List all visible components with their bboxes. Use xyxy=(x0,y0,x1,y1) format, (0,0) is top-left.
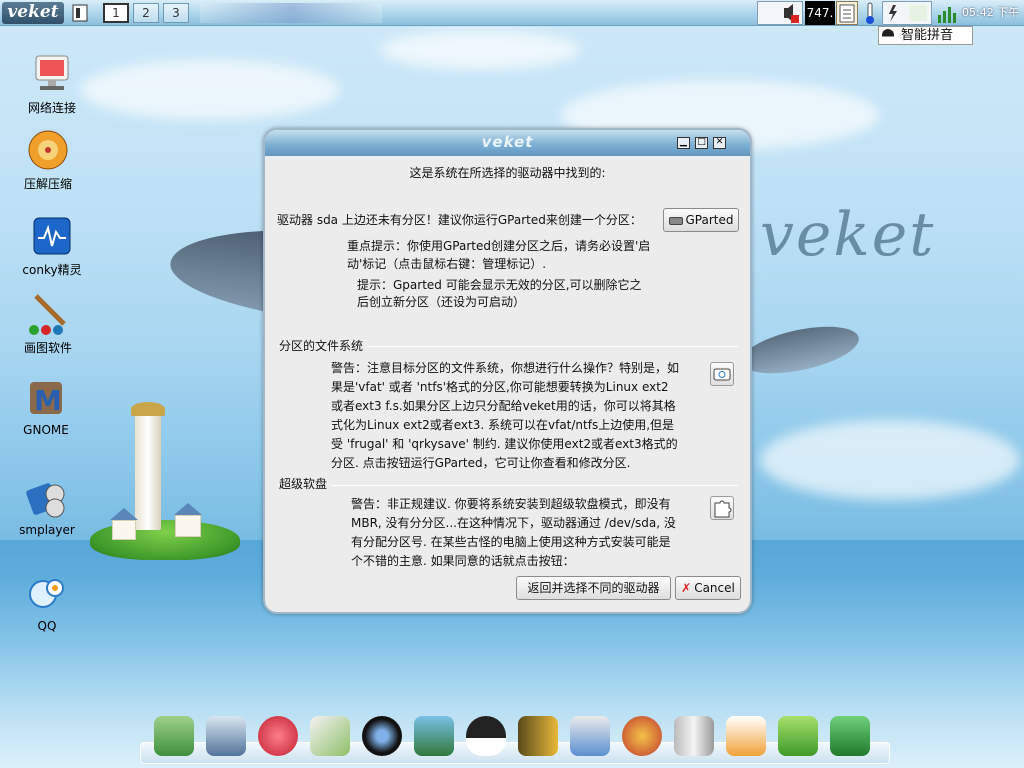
cancel-button-label: Cancel xyxy=(694,581,735,595)
fs-warning-line: 分区. 点击按钮运行GParted，它可让你查看和修改分区. xyxy=(331,456,631,470)
superfloppy-icon-button[interactable] xyxy=(710,496,734,520)
wallpaper-watermark: veket xyxy=(760,200,936,270)
tip-important-line2: 动'标记（点击鼠标右键：管理标记）. xyxy=(347,257,547,271)
taskbar-area[interactable] xyxy=(200,3,382,23)
paint-icon xyxy=(26,292,70,336)
power-icon[interactable] xyxy=(882,1,932,25)
gparted-button[interactable]: GParted xyxy=(663,208,739,232)
top-panel: veket 1 2 3 747. 05:42 下午 xyxy=(0,0,1024,26)
floppy-warning-line: MBR, 没有分分区...在这种情况下，驱动器通过 /dev/sda, 没 xyxy=(351,516,676,530)
fs-warning-line: 果是'vfat' 或者 'ntfs'格式的分区,你可能想要转换为Linux ex… xyxy=(331,380,669,394)
cpu-meter: 747. xyxy=(805,1,835,25)
desktop-icon-label: QQ xyxy=(37,619,57,633)
cancel-button[interactable]: ✗ Cancel xyxy=(675,576,741,600)
dialog-titlebar[interactable]: veket ▁ □ ✕ xyxy=(265,130,750,156)
show-desktop-icon[interactable] xyxy=(70,3,90,23)
workspace-3-button[interactable]: 3 xyxy=(163,3,189,23)
dock xyxy=(140,708,890,768)
gnome-icon: M xyxy=(24,376,68,420)
desktop-icon-label: GNOME xyxy=(23,423,69,437)
desktop-icon-gnome[interactable]: M GNOME xyxy=(6,376,86,437)
desktop-icon-smplayer[interactable]: smplayer xyxy=(7,476,87,537)
desktop-icon-label: 网络连接 xyxy=(27,101,76,115)
puzzle-icon xyxy=(714,500,732,518)
network-status-icon[interactable] xyxy=(934,1,960,25)
file-manager-icon[interactable] xyxy=(154,716,194,756)
editor-icon[interactable] xyxy=(310,716,350,756)
floppy-section-title: 超级软盘 xyxy=(279,475,332,492)
monitor-icon xyxy=(30,214,74,258)
tip-gparted-line2: 后创立新分区（还设为可启动） xyxy=(357,295,526,309)
back-select-drive-button[interactable]: 返回并选择不同的驱动器 xyxy=(516,576,671,600)
floppy-warning-line: 有分配分区号. 在某些古怪的电脑上使用这种方式安装可能是 xyxy=(351,535,671,549)
workspace-2-button[interactable]: 2 xyxy=(133,3,159,23)
partition-tool-icon xyxy=(713,368,731,381)
cancel-icon: ✗ xyxy=(681,581,692,595)
desktop-icon-qq[interactable]: QQ xyxy=(7,572,87,633)
svg-text:M: M xyxy=(34,384,62,417)
hedgehog-icon[interactable] xyxy=(258,716,298,756)
fs-warning-line: 受 'frugal' 和 'qrkysave' 制约. 建议你使用ext2或者e… xyxy=(331,437,678,451)
desktop-icon-network[interactable]: 网络连接 xyxy=(12,52,92,116)
book-icon[interactable] xyxy=(518,716,558,756)
desktop-icon-label: 压解压缩 xyxy=(23,177,72,191)
fs-warning-line: 警告：注意目标分区的文件系统，你想进行什么操作？特别是，如 xyxy=(331,361,680,375)
penguin-icon[interactable] xyxy=(466,716,506,756)
dice-icon[interactable] xyxy=(726,716,766,756)
penguin-icon xyxy=(882,29,894,43)
media-player-icon xyxy=(25,476,69,520)
desktop-icon-label: conky精灵 xyxy=(22,263,82,277)
drive-icon xyxy=(668,216,683,225)
gparted-button-label: GParted xyxy=(685,213,734,227)
display-icon[interactable] xyxy=(206,716,246,756)
close-button[interactable]: ✕ xyxy=(713,137,726,149)
maximize-button[interactable]: □ xyxy=(695,137,708,149)
workspace-1-button[interactable]: 1 xyxy=(103,3,129,23)
desktop-icon-paint[interactable]: 画图软件 xyxy=(8,292,88,356)
qq-icon xyxy=(25,572,69,616)
fs-warning-line: 式化为Linux ext2或者ext3. 系统可以在vfat/ntfs上边使用,… xyxy=(331,418,675,432)
desktop-icon-label: smplayer xyxy=(19,523,75,537)
fs-section-title: 分区的文件系统 xyxy=(279,337,368,354)
clock[interactable]: 05:42 下午 xyxy=(962,4,1019,20)
usb-drive-icon[interactable] xyxy=(674,716,714,756)
thermometer-icon xyxy=(860,1,880,25)
fs-warning-line: 或者ext3 f.s.如果分区上边只分配给veket用的话，你可以将其格 xyxy=(331,399,676,413)
tip-important-line1: 重点提示：你使用GParted创建分区之后，请务必设置'启 xyxy=(347,239,651,253)
chart-icon[interactable] xyxy=(570,716,610,756)
network-icon xyxy=(30,52,74,96)
input-method-label: 智能拼音 xyxy=(901,28,954,43)
desktop-icon-conky[interactable]: conky精灵 xyxy=(12,214,92,278)
lighthouse-decoration xyxy=(131,402,165,530)
floppy-warning-line: 个不错的主意. 如果同意的话就点击按钮： xyxy=(351,554,575,568)
archive-icon xyxy=(26,128,70,172)
floppy-warning-line: 警告：非正规建议. 你要将系统安装到超级软盘模式，即没有 xyxy=(351,497,671,511)
run-gparted-icon-button[interactable] xyxy=(710,362,734,386)
no-partition-message: 驱动器 sda 上边还未有分区！建议你运行GParted来创建一个分区： xyxy=(277,213,642,227)
input-method-indicator[interactable]: 智能拼音 xyxy=(878,26,973,45)
desktop-icon-archive[interactable]: 压解压缩 xyxy=(8,128,88,192)
notes-icon[interactable] xyxy=(836,1,858,25)
contacts-icon[interactable] xyxy=(414,716,454,756)
whale-decoration xyxy=(737,317,863,383)
help-icon[interactable] xyxy=(778,716,818,756)
media-icon[interactable] xyxy=(362,716,402,756)
install-dialog: veket ▁ □ ✕ 这是系统在所选择的驱动器中找到的: 驱动器 sda 上边… xyxy=(263,128,752,614)
found-heading: 这是系统在所选择的驱动器中找到的: xyxy=(409,166,606,180)
camera-icon[interactable] xyxy=(830,716,870,756)
separator xyxy=(277,485,738,486)
volume-icon[interactable] xyxy=(757,1,803,25)
paint-palette-icon[interactable] xyxy=(622,716,662,756)
minimize-button[interactable]: ▁ xyxy=(677,137,690,149)
menu-logo-button[interactable]: veket xyxy=(2,2,64,24)
desktop-icon-label: 画图软件 xyxy=(23,341,72,355)
